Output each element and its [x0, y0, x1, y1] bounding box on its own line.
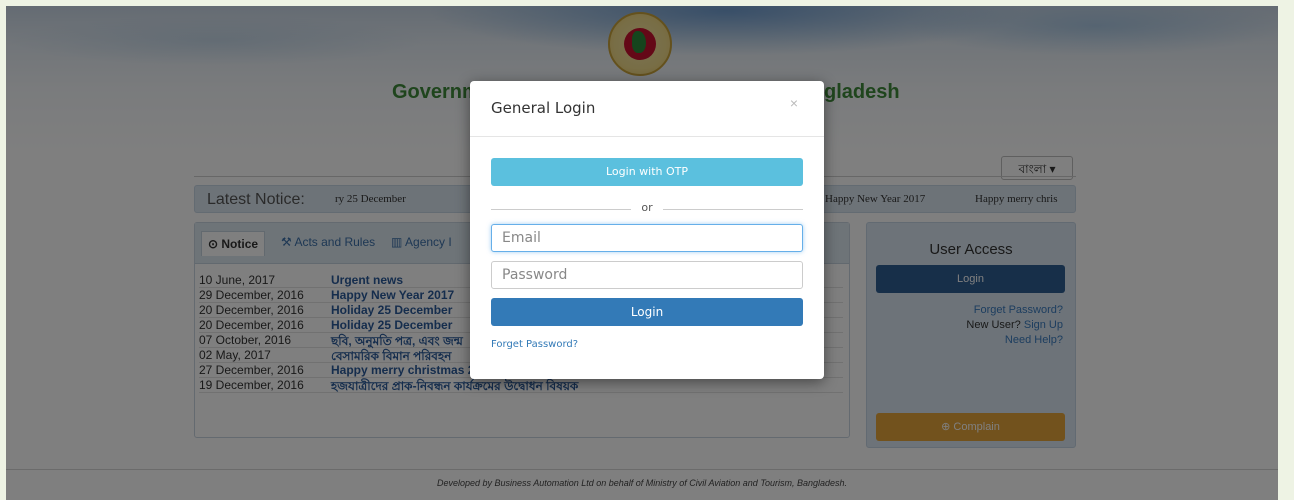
modal-title: General Login [491, 99, 596, 117]
modal-header: General Login × [470, 81, 824, 137]
login-modal: General Login × Login with OTP or Login … [470, 81, 824, 379]
password-input[interactable] [491, 261, 803, 289]
or-divider: or [491, 201, 803, 217]
login-with-otp-button[interactable]: Login with OTP [491, 158, 803, 186]
login-button[interactable]: Login [491, 298, 803, 326]
or-text: or [641, 201, 653, 214]
close-icon[interactable]: × [790, 95, 798, 111]
email-input[interactable] [491, 224, 803, 252]
forget-password-link[interactable]: Forget Password? [491, 339, 578, 350]
page: Governm gladesh বাংলা ▾ Latest Notice: r… [6, 6, 1278, 500]
